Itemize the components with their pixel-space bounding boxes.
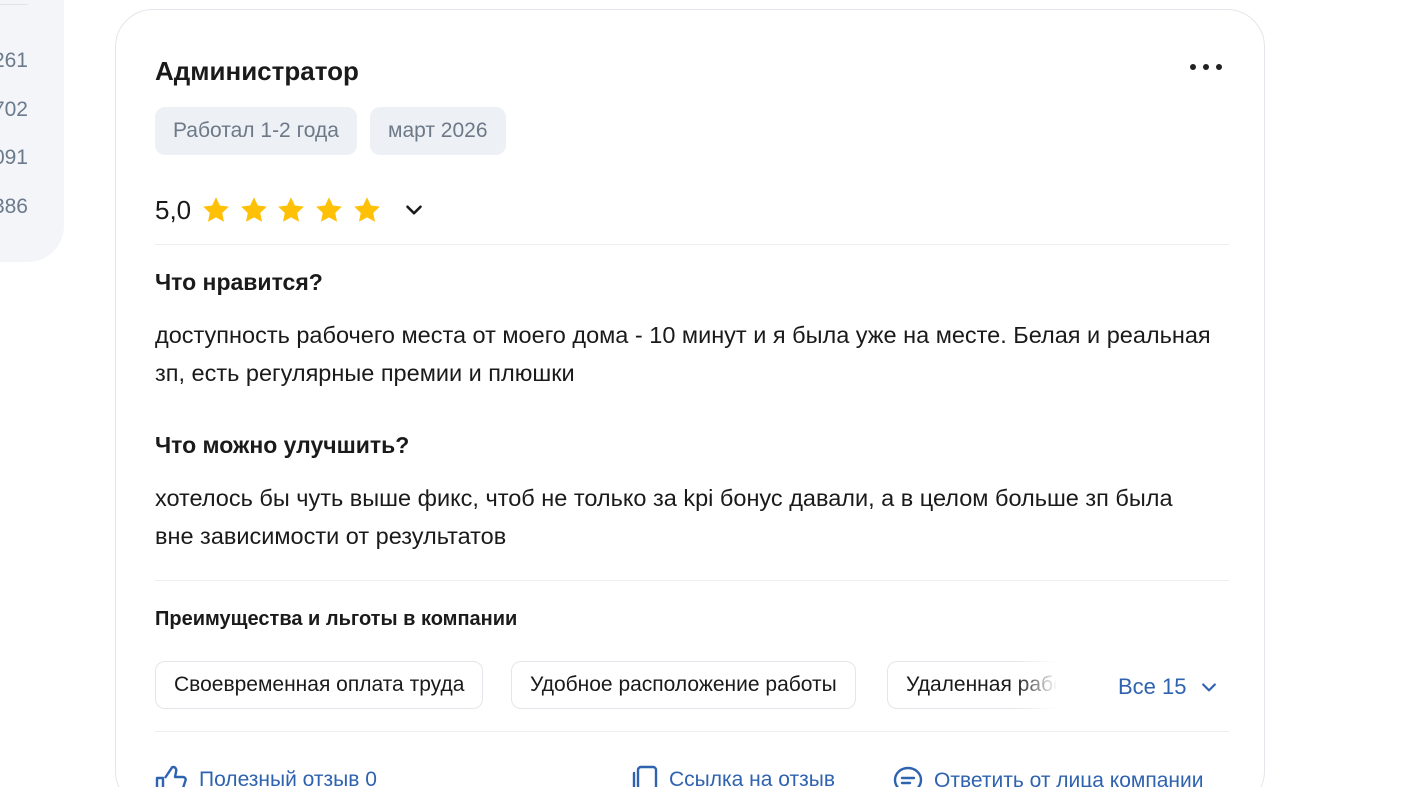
reply-as-company-label: Ответить от лица компании [934,769,1204,787]
rating-value: 5,0 [155,194,192,225]
review-card: Администратор Работал 1-2 года март 2026… [115,9,1265,787]
benefits-title: Преимущества и льготы в компании [155,608,518,630]
sidebar-number: 386 [0,195,28,218]
useful-review-button[interactable]: Полезный отзыв 0 [155,765,377,787]
divider [155,580,1229,581]
improve-title: Что можно улучшить? [155,432,410,458]
likes-text: доступность рабочего места от моего дома… [155,322,1211,386]
useful-review-label: Полезный отзыв 0 [199,768,377,787]
review-position-title: Администратор [155,56,359,86]
sidebar-stats-card: 261 702 091 386 [0,0,64,262]
likes-title: Что нравится? [155,269,323,295]
reply-as-company-button[interactable]: Ответить от лица компании [892,765,1203,787]
rating-stars [201,195,389,225]
benefits-show-all-label: Все 15 [1118,674,1187,699]
star-icon [316,197,342,222]
sidebar-number: 702 [0,98,28,121]
improve-text: хотелось бы чуть выше фикс, чтоб не толь… [155,485,1173,549]
divider [155,244,1229,245]
chevron-down-icon[interactable] [401,197,427,223]
benefits-chip-list: Своевременная оплата труда Удобное распо… [155,661,1057,711]
copy-link-label: Ссылка на отзыв [669,768,836,787]
divider [155,731,1229,732]
sidebar-number: 091 [0,146,28,169]
chip-fade-overlay [1017,661,1057,711]
benefits-show-all-link[interactable]: Все 15 [1118,674,1219,700]
star-icon [240,197,267,222]
more-dots-icon[interactable] [1188,58,1224,76]
sidebar-divider [0,4,28,5]
star-icon [203,197,230,222]
tag-work-duration: Работал 1-2 года [155,107,357,155]
copy-link-icon [632,765,658,787]
benefit-chip[interactable]: Удобное расположение работы [511,661,856,709]
copy-link-button[interactable]: Ссылка на отзыв [629,765,835,787]
rating-row: 5,0 [155,190,427,230]
sidebar-number: 261 [0,49,28,72]
star-icon [353,197,380,222]
chat-bubble-icon [893,766,923,787]
star-icon [278,197,305,222]
benefit-chip[interactable]: Своевременная оплата труда [155,661,484,709]
chevron-down-icon [1201,683,1216,692]
thumbs-up-icon [155,765,187,787]
tag-review-date: март 2026 [370,107,506,155]
